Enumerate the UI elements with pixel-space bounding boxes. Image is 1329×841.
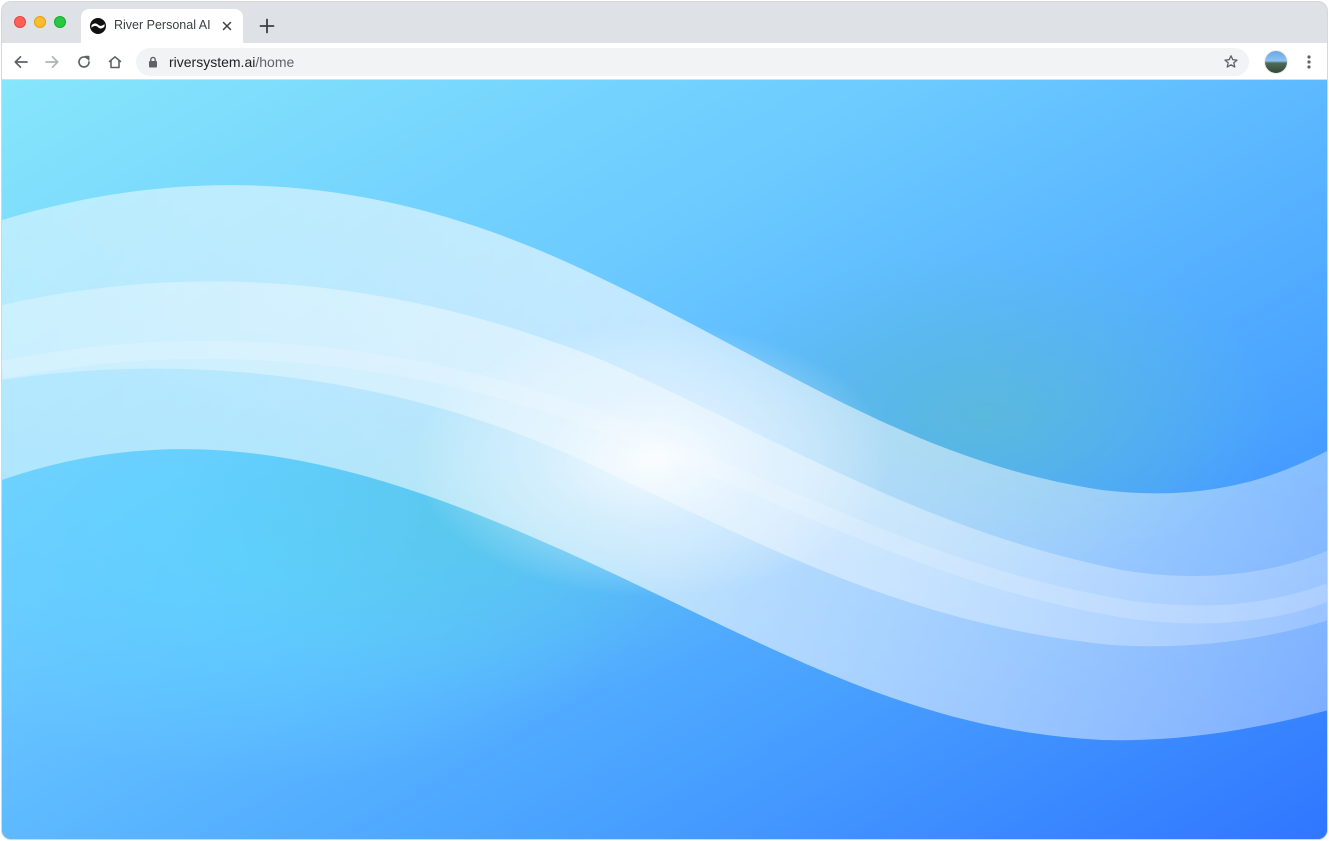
home-icon[interactable] bbox=[106, 53, 124, 71]
page-content bbox=[2, 80, 1327, 839]
kebab-menu-icon[interactable] bbox=[1302, 53, 1316, 71]
address-bar[interactable]: riversystem.ai/home bbox=[136, 48, 1249, 76]
plus-icon[interactable] bbox=[258, 17, 276, 35]
arrow-right-icon[interactable] bbox=[43, 53, 61, 71]
browser-toolbar: riversystem.ai/home bbox=[2, 43, 1327, 80]
window-minimize-button[interactable] bbox=[34, 16, 46, 28]
url-text[interactable]: riversystem.ai/home bbox=[169, 54, 294, 70]
window-maximize-button[interactable] bbox=[54, 16, 66, 28]
lock-icon bbox=[149, 56, 157, 68]
tab-strip: River Personal AI bbox=[2, 2, 1327, 43]
close-icon[interactable] bbox=[220, 19, 234, 33]
url-domain: riversystem.ai bbox=[169, 54, 256, 70]
window-close-button[interactable] bbox=[14, 16, 26, 28]
url-path: /home bbox=[255, 54, 295, 70]
tab-active[interactable]: River Personal AI bbox=[81, 9, 243, 43]
profile-avatar[interactable] bbox=[1265, 51, 1287, 73]
river-logo-icon bbox=[90, 18, 106, 34]
wave-background bbox=[2, 80, 1327, 839]
star-icon[interactable] bbox=[1223, 54, 1239, 70]
tab-title: River Personal AI bbox=[114, 18, 211, 32]
arrow-left-icon[interactable] bbox=[12, 53, 30, 71]
reload-icon[interactable] bbox=[75, 53, 93, 71]
browser-window: River Personal AI riversystem.ai/home bbox=[1, 1, 1328, 840]
